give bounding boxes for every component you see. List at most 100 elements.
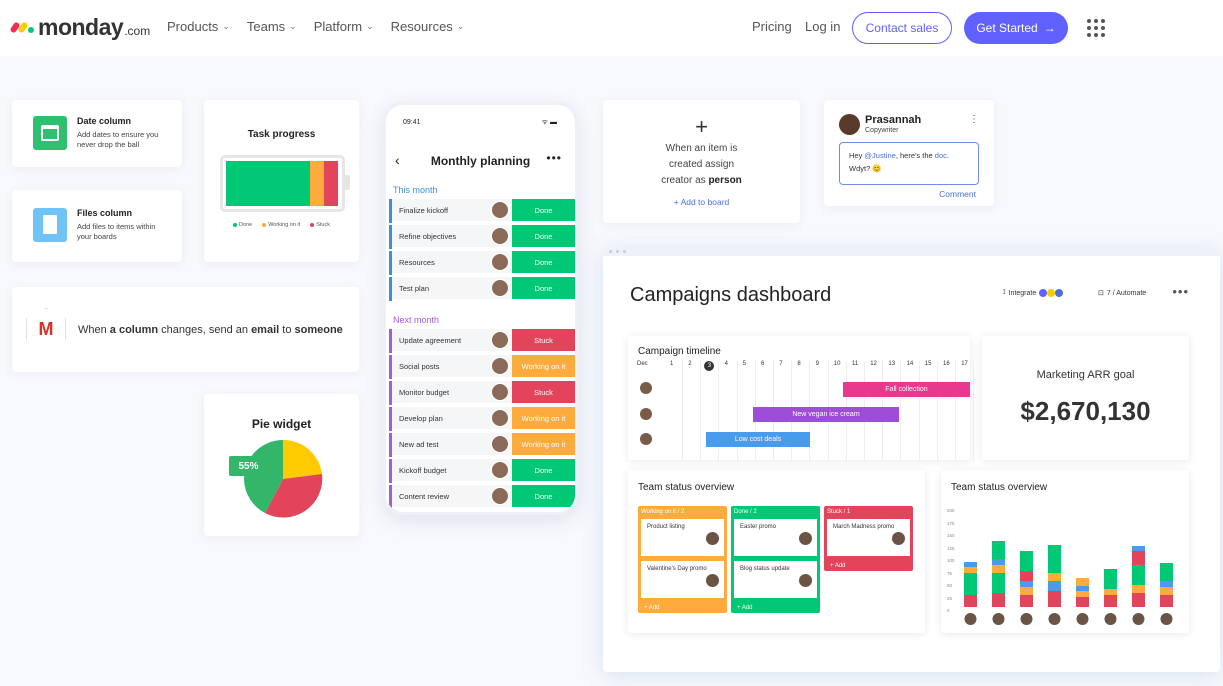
timeline-days: Dec 1 2 3 4 5 6 7 8 9 10 11 12 13 14 15 16 17 <box>628 361 968 371</box>
commenter-name: Prasannah <box>865 114 922 126</box>
rule-text: When an item is created assign creator a… <box>661 143 742 186</box>
owner-cell[interactable] <box>487 485 512 509</box>
item-name: Social posts <box>392 355 487 379</box>
table-row[interactable]: Refine objectives Done <box>389 225 575 249</box>
table-row[interactable]: Develop plan Working on it <box>389 407 575 431</box>
monday-logo[interactable]: monday .com <box>9 14 150 41</box>
status-badge[interactable]: Done <box>512 251 575 275</box>
timeline-day: 12 <box>870 361 877 367</box>
integrate-button[interactable]: ⟟ Integrate <box>1003 289 1064 297</box>
contact-sales-button[interactable]: Contact sales <box>852 12 952 44</box>
axis-tick: 150 <box>947 533 955 538</box>
menu-products[interactable]: Products ⌄ <box>167 19 230 34</box>
bar-segment <box>1048 581 1061 591</box>
login-link[interactable]: Log in <box>805 19 840 34</box>
status-badge[interactable]: Working on it <box>512 355 575 379</box>
status-badge[interactable]: Stuck <box>512 329 575 353</box>
timeline-day: Dec <box>637 361 648 367</box>
column-header: Done / 2 <box>734 509 757 515</box>
pricing-link[interactable]: Pricing <box>752 19 792 34</box>
gridline <box>918 361 920 461</box>
owner-cell[interactable] <box>487 199 512 223</box>
bar-segment <box>1020 581 1033 587</box>
kanban-card[interactable]: Blog status update <box>734 561 817 598</box>
table-row[interactable]: Test plan Done <box>389 277 575 301</box>
table-row[interactable]: Finalize kickoff Done <box>389 199 575 223</box>
pie-widget-card: Pie widget 55% <box>204 394 359 536</box>
status-badge[interactable]: Done <box>512 277 575 301</box>
add-card-button[interactable]: + Add <box>731 603 820 613</box>
task-progress-title: Task progress <box>247 129 316 140</box>
status-badge[interactable]: Stuck <box>512 381 575 405</box>
automation-text: When a column changes, send an email to … <box>78 323 343 336</box>
status-badge[interactable]: Working on it <box>512 433 575 457</box>
bar-segment <box>992 565 1005 573</box>
menu-label: Platform <box>313 19 363 34</box>
timeline-day: 5 <box>742 361 747 367</box>
more-icon[interactable]: ••• <box>1172 284 1189 299</box>
menu-label: Teams <box>246 19 286 34</box>
owner-cell[interactable] <box>487 433 512 457</box>
kebab-menu-icon[interactable]: ⋮ <box>969 114 979 125</box>
avatar <box>1048 613 1061 625</box>
comment-button[interactable]: Comment <box>939 189 976 199</box>
timeline-day: 9 <box>815 361 819 367</box>
owner-cell[interactable] <box>487 277 512 301</box>
timeline-bar-vegan[interactable]: New vegan ice cream <box>753 407 899 422</box>
plus-icon[interactable]: + <box>603 116 800 138</box>
owner-cell[interactable] <box>487 329 512 353</box>
more-icon[interactable]: ••• <box>546 151 562 165</box>
table-row[interactable]: Kickoff budget Done <box>389 459 575 483</box>
kanban-card[interactable]: March Madness promo <box>827 519 910 556</box>
owner-cell[interactable] <box>487 459 512 483</box>
add-card-button[interactable]: + Add <box>638 603 727 613</box>
arrow-right-icon: → <box>1043 21 1056 35</box>
add-card-button[interactable]: + Add <box>824 561 913 571</box>
avatar <box>490 253 509 271</box>
timeline-bar-fall[interactable]: Fall collection <box>843 382 970 397</box>
table-row[interactable]: Content review Done <box>389 485 575 509</box>
status-badge[interactable]: Working on it <box>512 407 575 431</box>
status-badge[interactable]: Done <box>512 199 575 223</box>
kanban-card[interactable]: Valentine's Day promo <box>641 561 724 598</box>
table-row[interactable]: New ad test Working on it <box>389 433 575 457</box>
item-name: Test plan <box>392 277 487 301</box>
table-row[interactable]: Monitor budget Stuck <box>389 381 575 405</box>
menu-platform[interactable]: Platform ⌄ <box>314 19 374 34</box>
apps-grid-icon[interactable] <box>1087 19 1105 37</box>
status-badge[interactable]: Done <box>512 225 575 249</box>
campaign-timeline-panel: Campaign timeline Dec 1 2 3 4 5 6 7 8 9 10 11 12 13 14… <box>628 336 975 461</box>
table-row[interactable]: Resources Done <box>389 251 575 275</box>
owner-cell[interactable] <box>487 381 512 405</box>
phone-mockup: 09:41 ᯤ ▬ ‹ Monthly planning ••• This mo… <box>383 102 578 515</box>
status-badge[interactable]: Done <box>512 485 575 509</box>
get-started-button[interactable]: Get Started → <box>964 12 1068 44</box>
owner-cell[interactable] <box>487 407 512 431</box>
table-row[interactable]: Update agreement Stuck <box>389 329 575 353</box>
owner-cell[interactable] <box>487 251 512 275</box>
bar-segment <box>992 573 1005 593</box>
bar-segment <box>1132 585 1145 593</box>
owner-cell[interactable] <box>487 225 512 249</box>
kanban-column-stuck: Stuck / 1 March Madness promo + Add <box>824 506 913 571</box>
kanban-card[interactable]: Product listing <box>641 519 724 556</box>
add-to-board-link[interactable]: + Add to board <box>603 197 800 207</box>
comment-input[interactable]: Hey @Justine, here's the doc. Wdyt? 😊 <box>839 142 979 185</box>
automate-button[interactable]: ⊡ 7 / Automate <box>1098 289 1146 298</box>
avatar <box>490 201 509 219</box>
bar-segment <box>992 559 1005 565</box>
kanban-card[interactable]: Easter promo <box>734 519 817 556</box>
status-badge[interactable]: Done <box>512 459 575 483</box>
bar-segment <box>1048 545 1061 573</box>
owner-cell[interactable] <box>487 355 512 379</box>
chevron-down-icon: ⌄ <box>456 21 465 31</box>
progress-legend: Done Working on it Stuck <box>204 222 359 228</box>
menu-teams[interactable]: Teams ⌄ <box>247 19 297 34</box>
bar-segment <box>1076 591 1089 597</box>
done-segment <box>226 161 310 206</box>
bar-segment <box>1160 587 1173 595</box>
feature-desc: Add files to items within your boards <box>77 222 156 241</box>
menu-resources[interactable]: Resources ⌄ <box>391 19 465 34</box>
table-row[interactable]: Social posts Working on it <box>389 355 575 379</box>
timeline-bar-lowcost[interactable]: Low cost deals <box>706 432 810 447</box>
